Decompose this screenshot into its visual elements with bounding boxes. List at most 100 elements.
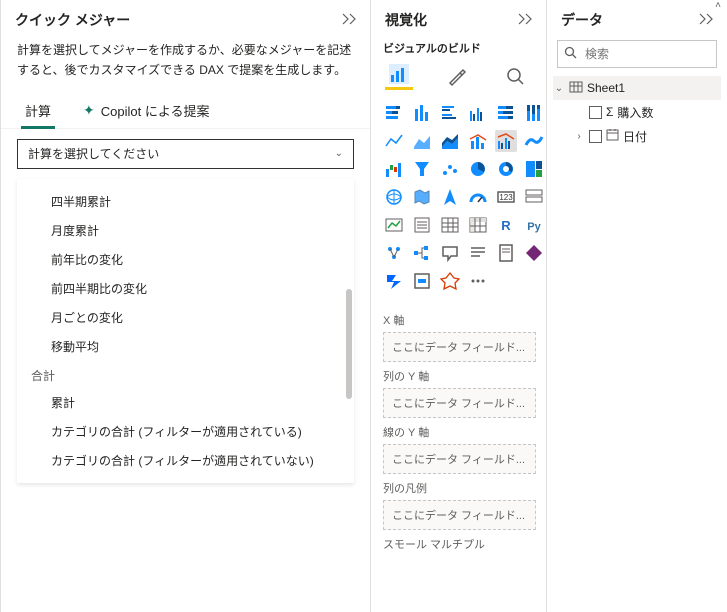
chevron-down-icon: ⌄ [335,148,343,159]
matrix-icon[interactable] [467,214,489,236]
python-visual-icon[interactable]: Py [523,214,545,236]
viz-title: 視覚化 [385,10,518,30]
svg-text:R: R [501,218,511,233]
caret-up-icon: ˄ [715,0,721,11]
paginated-report-icon[interactable] [495,242,517,264]
card-new-icon[interactable] [411,270,433,292]
pie-icon[interactable] [467,158,489,180]
column-y-label: 列の Y 軸 [383,368,536,384]
clustered-column-icon[interactable] [467,102,489,124]
analytics-tab[interactable] [501,62,529,90]
column-y-well[interactable]: ここにデータ フィールド... [383,388,536,418]
kpi-icon[interactable] [383,214,405,236]
viz-subtitle: ビジュアルのビルド [371,40,546,62]
x-axis-well[interactable]: ここにデータ フィールド... [383,332,536,362]
line-clustered-column-icon[interactable] [495,130,517,152]
calc-option[interactable]: 四半期累計 [17,187,354,216]
quick-measure-desc: 計算を選択してメジャーを作成するか、必要なメジャーを記述すると、後でカスタマイズ… [1,40,370,91]
calc-group-total: 合計 [17,361,354,388]
stacked-column-icon[interactable] [411,102,433,124]
calc-option[interactable]: 月度累計 [17,216,354,245]
calc-option[interactable]: カテゴリの合計 (フィルターが適用されていない) [17,446,354,475]
x-axis-label: X 軸 [383,312,536,328]
visual-type-gallery: 123 R Py [371,94,546,304]
legend-label: 列の凡例 [383,480,536,496]
data-title: データ [561,10,699,30]
r-visual-icon[interactable]: R [495,214,517,236]
filled-map-icon[interactable] [411,186,433,208]
more-visuals-icon[interactable] [467,270,489,292]
line-y-well[interactable]: ここにデータ フィールド... [383,444,536,474]
table-icon [569,80,583,97]
build-visual-tab[interactable] [385,62,413,90]
collapse-icon[interactable] [699,12,715,28]
svg-text:Py: Py [527,221,541,233]
data-pane: データ ⌄ Sheet1 Σ 購入数 › [546,0,727,612]
search-icon [564,46,577,62]
clustered-bar-icon[interactable] [439,102,461,124]
sigma-icon: Σ [606,105,613,119]
power-automate-icon[interactable] [383,270,405,292]
area-chart-icon[interactable] [411,130,433,152]
tab-copilot[interactable]: ✦ Copilot による提案 [79,91,213,128]
sparkle-icon: ✦ [83,103,95,117]
table-icon[interactable] [439,214,461,236]
field-label: 購入数 [617,104,653,121]
search-box[interactable] [557,40,717,68]
calendar-icon [606,128,619,144]
ribbon-chart-icon[interactable] [523,130,545,152]
checkbox[interactable] [589,106,602,119]
map-icon[interactable] [383,186,405,208]
qa-visual-icon[interactable] [439,242,461,264]
custom-visual-icon[interactable] [439,270,461,292]
chevron-down-icon: ⌄ [553,83,565,94]
treemap-icon[interactable] [523,158,545,180]
legend-well[interactable]: ここにデータ フィールド... [383,500,536,530]
stacked-column-100-icon[interactable] [523,102,545,124]
funnel-icon[interactable] [411,158,433,180]
calculation-dropdown: 四半期累計 月度累計 前年比の変化 前四半期比の変化 月ごとの変化 移動平均 合… [17,179,354,483]
calculation-combo[interactable]: 計算を選択してください ⌄ [17,139,354,169]
table-label: Sheet1 [587,81,625,95]
power-apps-icon[interactable] [523,242,545,264]
waterfall-icon[interactable] [383,158,405,180]
search-input[interactable] [583,46,727,62]
calc-option[interactable]: 前四半期比の変化 [17,274,354,303]
format-visual-tab[interactable] [443,62,471,90]
tab-calculation[interactable]: 計算 [21,91,55,128]
quick-measure-pane: クイック メジャー 計算を選択してメジャーを作成するか、必要なメジャーを記述する… [0,0,370,612]
calc-option[interactable]: カテゴリの合計 (フィルターが適用されている) [17,417,354,446]
line-stacked-column-icon[interactable] [467,130,489,152]
checkbox[interactable] [589,130,602,143]
collapse-icon[interactable] [342,12,358,28]
field-node-date[interactable]: › 日付 [553,124,721,148]
calc-option[interactable]: 前年比の変化 [17,245,354,274]
azure-map-icon[interactable] [439,186,461,208]
line-y-label: 線の Y 軸 [383,424,536,440]
field-label: 日付 [623,128,647,145]
card-icon[interactable]: 123 [495,186,517,208]
donut-icon[interactable] [495,158,517,180]
scrollbar-thumb[interactable] [346,289,352,399]
calc-option[interactable]: 月ごとの変化 [17,303,354,332]
smart-narrative-icon[interactable] [467,242,489,264]
stacked-area-icon[interactable] [439,130,461,152]
decomposition-tree-icon[interactable] [411,242,433,264]
stacked-bar-icon[interactable] [383,102,405,124]
line-chart-icon[interactable] [383,130,405,152]
quick-measure-title: クイック メジャー [15,10,342,30]
calc-option[interactable]: 移動平均 [17,332,354,361]
gauge-icon[interactable] [467,186,489,208]
collapse-icon[interactable] [518,12,534,28]
scatter-icon[interactable] [439,158,461,180]
chevron-right-icon: › [573,131,585,142]
calc-option[interactable]: 累計 [17,388,354,417]
slicer-icon[interactable] [411,214,433,236]
multi-row-card-icon[interactable] [523,186,545,208]
table-node-sheet1[interactable]: ⌄ Sheet1 [553,76,721,100]
key-influencers-icon[interactable] [383,242,405,264]
stacked-bar-100-icon[interactable] [495,102,517,124]
visualizations-pane: 視覚化 ビジュアルのビルド [370,0,546,612]
field-node-purchase[interactable]: Σ 購入数 [553,100,721,124]
small-multiples-label: スモール マルチプル [383,536,536,552]
